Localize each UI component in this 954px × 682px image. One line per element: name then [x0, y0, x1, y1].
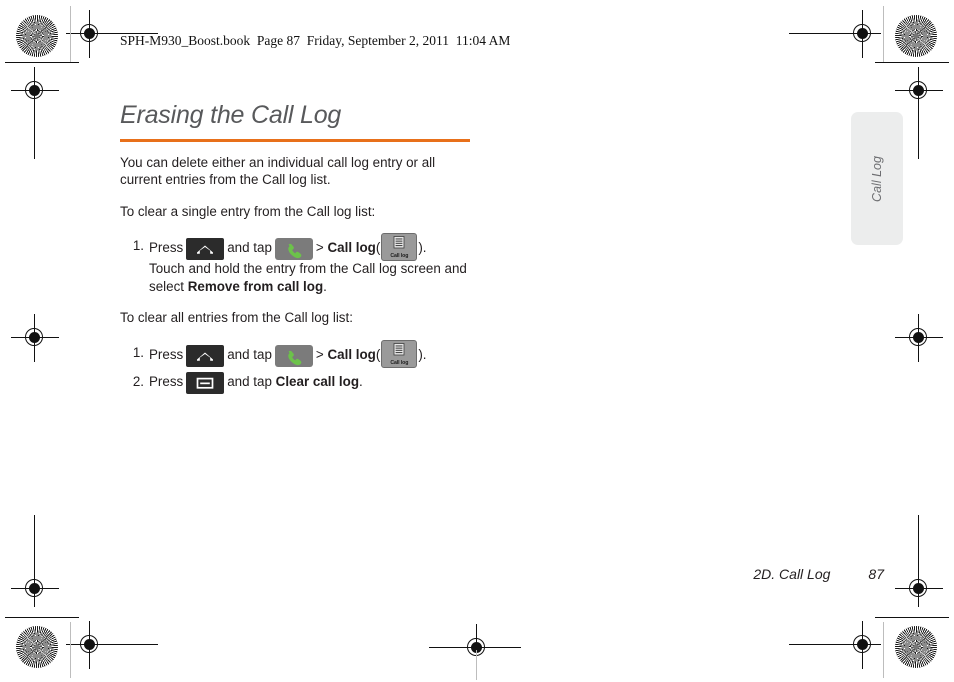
registration-crosshair-bottom-center — [429, 624, 521, 672]
step-target-label: Call log — [327, 347, 376, 363]
step-and-tap-label: and tap — [227, 240, 272, 256]
chapter-side-tab-label: Call Log — [870, 155, 884, 202]
registration-starburst-bottom-right — [895, 626, 937, 668]
footer-chapter-label: 2D. Call Log — [753, 566, 831, 582]
page-footer: 2D. Call Log 87 — [0, 566, 884, 582]
trim-mark-top-left — [5, 62, 79, 64]
page-title: Erasing the Call Log — [120, 101, 342, 129]
registration-crosshair-right-upper — [895, 67, 943, 159]
title-accent-rule — [120, 139, 470, 142]
trim-mark-top-right — [875, 62, 949, 64]
registration-crosshair-left-upper — [11, 67, 59, 159]
registration-crosshair-bottom-right — [789, 621, 881, 669]
step-number: 2. — [132, 374, 144, 390]
registration-starburst-top-right — [895, 15, 937, 57]
registration-starburst-bottom-left — [16, 626, 58, 668]
page-guide-right-bottom — [883, 622, 884, 678]
registration-crosshair-left-middle — [11, 314, 59, 362]
step-item: 2. Press and tap Clear call log. — [120, 369, 480, 395]
step-number: 1. — [132, 345, 144, 361]
step-sub-bold: Remove from call log — [187, 278, 324, 294]
document-header: SPH-M930_Boost.book Page 87 Friday, Sept… — [120, 33, 511, 48]
step-after-text: . — [359, 374, 363, 390]
manual-page: SPH-M930_Boost.book Page 87 Friday, Sept… — [0, 0, 954, 682]
trim-mark-bottom-left — [5, 617, 79, 619]
chapter-side-tab: Call Log — [851, 112, 903, 245]
step-item: 1. Press and tap > Call log( — [120, 340, 480, 369]
step-press-label: Press — [149, 240, 184, 256]
section-lead-in-all: To clear all entries from the Call log l… — [120, 310, 353, 326]
registration-crosshair-right-lower — [895, 515, 943, 607]
registration-crosshair-top-left — [66, 10, 158, 58]
step-and-tap-label: and tap — [227, 374, 272, 390]
step-item: 1. Press and tap > Call log( — [120, 233, 480, 295]
step-number: 1. — [132, 238, 144, 254]
step-separator: > — [315, 240, 324, 256]
call-log-tab-icon: Call log — [381, 233, 418, 262]
registration-starburst-top-left — [16, 15, 58, 57]
call-log-tab-label: Call log — [390, 360, 409, 367]
step-press-label: Press — [149, 374, 184, 390]
steps-list-all: 1. Press and tap > Call log(Call log).… — [120, 340, 480, 395]
step-open-paren: ( — [375, 240, 381, 256]
step-and-tap-label: and tap — [227, 347, 272, 363]
page-guide-center-bottom — [476, 650, 477, 680]
registration-crosshair-top-right — [789, 10, 881, 58]
step-open-paren: ( — [375, 347, 381, 363]
section-lead-in-single: To clear a single entry from the Call lo… — [120, 203, 376, 219]
home-button-icon — [186, 345, 225, 368]
intro-paragraph: You can delete either an individual call… — [120, 154, 436, 188]
content-column: Erasing the Call Log You can delete eith… — [120, 100, 480, 395]
step-target-label: Call log — [327, 240, 376, 256]
steps-list-single: 1. Press and tap > Call log(Call log).… — [120, 233, 480, 295]
call-log-tab-label: Call log — [390, 253, 409, 260]
step-press-label: Press — [149, 347, 184, 363]
trim-mark-bottom-right — [875, 617, 949, 619]
step-close-paren: ). — [418, 347, 427, 363]
menu-button-icon — [186, 372, 225, 395]
home-button-icon — [186, 238, 225, 261]
phone-button-icon — [274, 345, 313, 368]
page-guide-left-bottom — [70, 622, 71, 678]
step-sub-text: Touch and hold the entry from the Call l… — [149, 260, 480, 295]
call-log-tab-icon: Call log — [381, 340, 418, 369]
page-guide-right — [883, 6, 884, 62]
step-close-paren: ). — [418, 240, 427, 256]
registration-crosshair-bottom-left — [66, 621, 158, 669]
step-separator: > — [315, 347, 324, 363]
footer-page-number: 87 — [868, 566, 884, 582]
registration-crosshair-right-middle — [895, 314, 943, 362]
step-sub-after: . — [323, 278, 327, 294]
phone-button-icon — [274, 238, 313, 261]
page-guide-left — [70, 6, 71, 62]
step-target-label: Clear call log — [275, 374, 360, 390]
